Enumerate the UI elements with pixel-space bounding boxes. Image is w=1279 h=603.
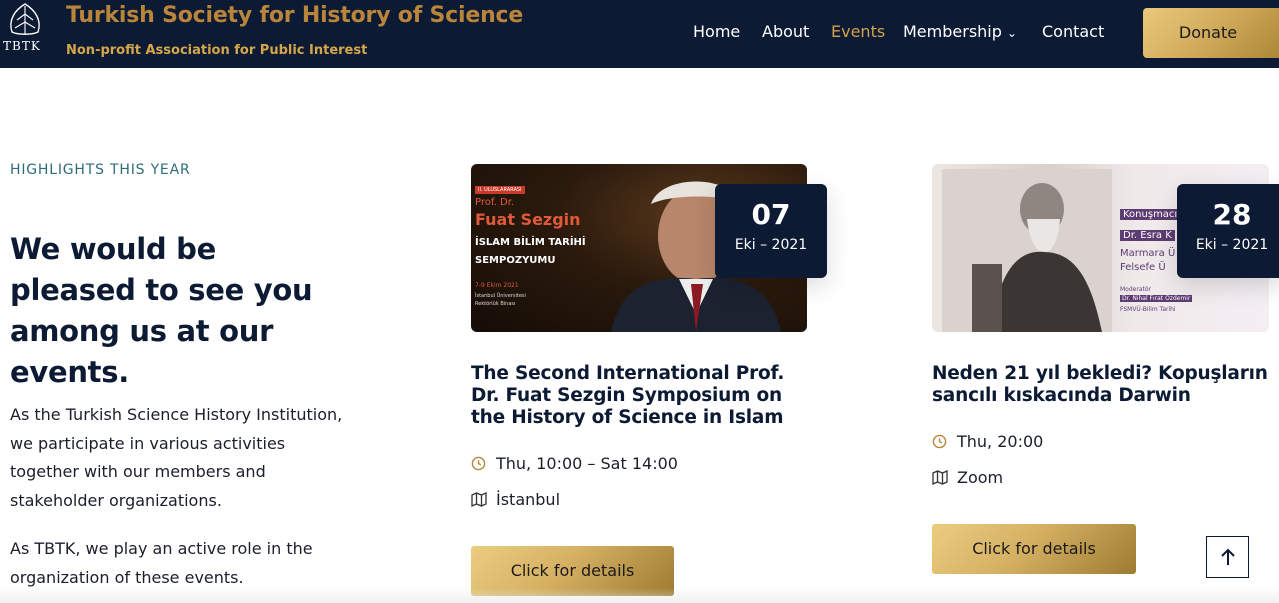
nav-about[interactable]: About — [762, 22, 809, 41]
poster-venue-2: Rektörlük Binası — [475, 301, 516, 307]
event-date-badge: 28 Eki – 2021 — [1177, 184, 1279, 278]
map-icon — [932, 470, 948, 485]
poster-line: Marmara Ü — [1120, 248, 1176, 259]
poster-line: Konuşmacı — [1120, 209, 1181, 220]
site-title[interactable]: Turkish Society for History of Science — [66, 3, 523, 28]
poster-line-2: SEMPOZYUMU — [475, 255, 556, 266]
nav-contact[interactable]: Contact — [1042, 22, 1104, 41]
poster-date: 7-9 Ekim 2021 — [475, 282, 519, 289]
map-icon — [471, 492, 487, 507]
poster-name: Fuat Sezgin — [475, 210, 581, 229]
details-button[interactable]: Click for details — [932, 524, 1136, 574]
event-location: İstanbul — [496, 490, 561, 509]
intro-paragraph-2: As TBTK, we play an active role in the o… — [10, 539, 313, 587]
event-month-year: Eki – 2021 — [734, 237, 808, 253]
section-eyebrow: HIGHLIGHTS THIS YEAR — [10, 162, 191, 178]
site-header: TBTK Turkish Society for History of Scie… — [0, 0, 1279, 68]
clock-icon — [932, 434, 947, 449]
poster-tag: II. ULUSLARARASI — [475, 186, 525, 194]
event-month-year: Eki – 2021 — [1195, 237, 1269, 253]
event-title[interactable]: The Second International Prof. Dr. Fuat … — [471, 363, 801, 429]
clock-icon — [471, 456, 486, 471]
arrow-up-icon — [1221, 548, 1235, 565]
logo-text: TBTK — [3, 39, 41, 53]
event-day: 07 — [751, 198, 791, 231]
poster-line: Dr. Nihal Fırat Özdemir — [1120, 295, 1193, 302]
poster-line-1: İSLAM BİLİM TARİHİ — [475, 237, 586, 248]
bottom-shadow — [0, 588, 1279, 603]
poster-prof: Prof. Dr. — [475, 197, 515, 208]
nav-events[interactable]: Events — [831, 22, 885, 41]
event-date-badge: 07 Eki – 2021 — [715, 184, 827, 278]
poster-line: Felsefe Ü — [1120, 262, 1166, 273]
event-time: Thu, 10:00 – Sat 14:00 — [496, 454, 678, 473]
logo[interactable]: TBTK — [0, 0, 52, 68]
event-title[interactable]: Neden 21 yıl bekledi? Kopuşların sancılı… — [932, 363, 1277, 407]
poster-line: FSMVÜ-Bilim Tarihi — [1120, 306, 1176, 313]
chevron-down-icon: ⌄ — [1006, 26, 1017, 40]
poster-line: Dr. Esra K — [1120, 230, 1175, 241]
leaf-logo-icon — [10, 3, 40, 35]
nav-membership-label: Membership — [903, 22, 1002, 41]
section-headline: We would be pleased to see you among us … — [10, 232, 313, 389]
event-day: 28 — [1212, 198, 1252, 231]
donate-button[interactable]: Donate — [1143, 8, 1279, 58]
nav-home[interactable]: Home — [693, 22, 740, 41]
event-time: Thu, 20:00 — [957, 432, 1044, 451]
site-subtitle: Non-profit Association for Public Intere… — [66, 43, 368, 58]
event-location: Zoom — [957, 468, 1004, 487]
intro-paragraph-1: As the Turkish Science History Instituti… — [10, 405, 343, 511]
nav-membership[interactable]: Membership ⌄ — [903, 22, 1017, 41]
back-to-top-button[interactable] — [1206, 536, 1249, 578]
poster-venue-1: İstanbul Üniversitesi — [475, 293, 526, 299]
poster-line: Moderatör — [1120, 286, 1151, 293]
